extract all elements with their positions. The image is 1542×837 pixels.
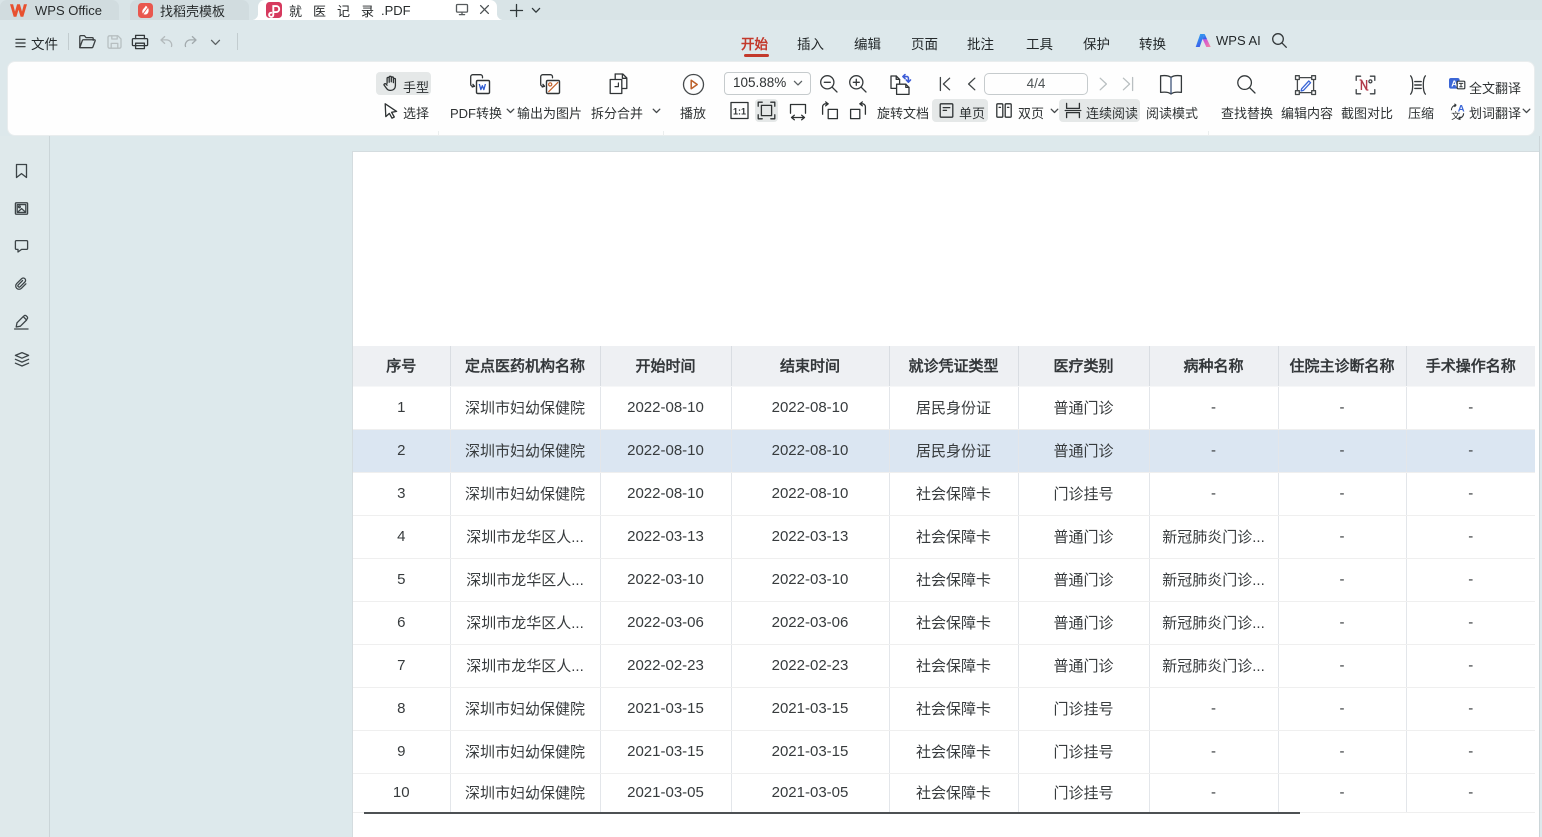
svg-text:A: A [1451, 79, 1457, 89]
svg-text:1:1: 1:1 [733, 106, 746, 116]
svg-text:A: A [1458, 103, 1465, 114]
